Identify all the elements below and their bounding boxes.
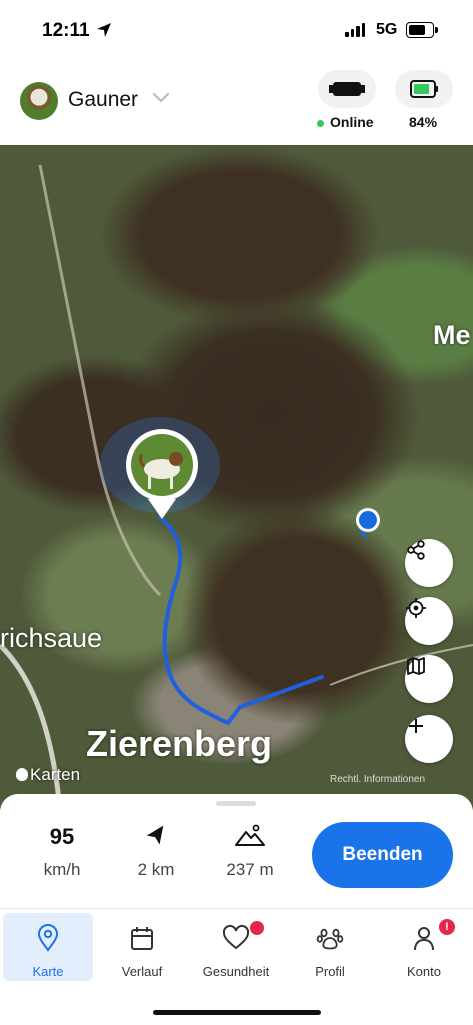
add-button[interactable]: [405, 715, 453, 763]
speed-unit: km/h: [43, 860, 81, 879]
location-arrow-icon: [97, 23, 111, 37]
end-tracking-button[interactable]: Beenden: [312, 822, 453, 888]
tab-label: Profil: [315, 964, 345, 979]
home-indicator: [153, 1010, 321, 1015]
tab-bar: Karte Verlauf Gesundheit Profil ! Konto: [0, 908, 473, 1025]
tab-label: Konto: [407, 964, 441, 979]
notification-badge: [250, 921, 264, 935]
share-icon: [407, 540, 425, 560]
battery-percent: 84%: [409, 114, 438, 130]
online-dot-icon: [317, 119, 324, 127]
header: Gauner Online 84%: [0, 62, 473, 145]
map-type-button[interactable]: [405, 655, 453, 703]
plus-icon: [409, 719, 423, 733]
paw-icon: [316, 928, 344, 950]
tab-konto[interactable]: ! Konto: [379, 913, 469, 981]
mountain-icon: [235, 824, 265, 846]
tab-gesundheit[interactable]: Gesundheit: [191, 913, 281, 981]
legal-link[interactable]: Rechtl. Informationen: [330, 774, 425, 785]
maps-attribution: Karten: [16, 765, 80, 785]
tracker-online-status: Online: [317, 114, 374, 130]
chevron-down-icon[interactable]: [152, 92, 170, 104]
tab-label: Gesundheit: [202, 964, 270, 979]
elevation-stat: 237 m: [200, 824, 300, 880]
status-time: 12:11: [42, 20, 90, 41]
distance-stat: 2 km: [106, 824, 206, 880]
dog-location-marker[interactable]: [122, 429, 202, 521]
person-icon: [414, 927, 434, 951]
map-pin-icon: [37, 924, 59, 952]
heart-icon: [222, 924, 250, 950]
phone-battery-icon: [406, 22, 438, 38]
status-bar: 12:11 5G: [0, 0, 473, 62]
map-overlay: [0, 164, 473, 810]
user-location-marker: [354, 507, 382, 543]
calendar-icon: [131, 927, 153, 950]
dog-avatar[interactable]: [20, 82, 58, 120]
tab-label: Verlauf: [121, 964, 163, 979]
tab-karte[interactable]: Karte: [3, 913, 93, 981]
sheet-grabber[interactable]: [216, 801, 256, 806]
tab-label: Karte: [32, 964, 64, 979]
tab-verlauf[interactable]: Verlauf: [97, 913, 187, 981]
share-button[interactable]: [405, 539, 453, 587]
speed-stat: 95 km/h: [12, 824, 112, 880]
locate-button[interactable]: [405, 597, 453, 645]
dog-name[interactable]: Gauner: [68, 88, 138, 112]
map-place-label: Zierenberg: [86, 723, 273, 764]
battery-icon: [410, 80, 438, 98]
battery-status-button[interactable]: [395, 70, 453, 108]
apple-logo-icon: [16, 768, 28, 781]
alert-badge: !: [439, 919, 455, 935]
direction-icon: [146, 825, 164, 845]
distance-value: 2 km: [137, 860, 175, 879]
tracker-status-button[interactable]: [318, 70, 376, 108]
map-view[interactable]: Me richsaue Zierenberg Karten Rechtl. In…: [0, 145, 473, 810]
speed-value: 95: [49, 824, 75, 849]
walk-route: [158, 515, 324, 725]
signal-icon: [345, 23, 365, 37]
tracker-icon: [329, 82, 365, 96]
tab-profil[interactable]: Profil: [285, 913, 375, 981]
map-place-label: Me: [433, 320, 471, 350]
map-place-label: richsaue: [0, 623, 103, 653]
map-icon: [407, 657, 425, 675]
network-type: 5G: [376, 21, 398, 38]
crosshair-icon: [406, 598, 426, 618]
elevation-value: 237 m: [226, 860, 274, 879]
